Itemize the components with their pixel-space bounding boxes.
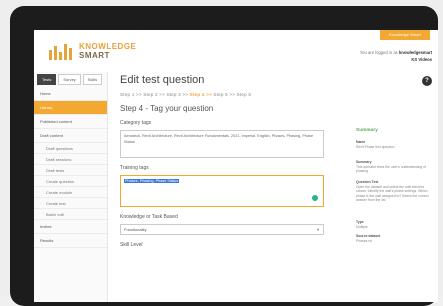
sidebar-item-draft-tests[interactable]: Draft tests <box>34 165 107 176</box>
summary-block-text: Phases.rvt <box>356 238 373 243</box>
summary-block-text: Open the dataset and select the wall ele… <box>356 184 429 203</box>
logged-in-text: You are logged in as <box>359 50 398 55</box>
page-background: KNOWLEDGE SMART Knowledge Smart You are … <box>0 0 443 306</box>
summary-title: Summary <box>356 128 378 133</box>
step-link-5[interactable]: Step 5 >> <box>213 92 235 97</box>
category-tags-field[interactable]: Aerodeck, Revit Architecture, Revit Arch… <box>120 130 324 158</box>
sidebar-item-create-test[interactable]: Create test <box>34 198 107 209</box>
knowledge-select[interactable]: Functionality ▼ <box>120 224 324 235</box>
sidebar-item-invites[interactable]: Invites <box>34 220 107 234</box>
training-tags-field[interactable]: Phases, Phasing, Phase Status <box>120 175 324 207</box>
login-status: You are logged in as knowledgesmart KS V… <box>360 49 432 63</box>
logo-line-2: SMART <box>79 51 110 60</box>
step-link-2[interactable]: Step 2 >> <box>143 92 165 97</box>
sidebar-item-create-module[interactable]: Create module <box>34 187 107 198</box>
top-bar: KNOWLEDGE SMART Knowledge Smart You are … <box>34 30 438 66</box>
step-breadcrumb: Step 1 >> Step 2 >> Step 3 >> Step 4 >> … <box>120 92 350 97</box>
knowledge-select-value: Functionality <box>124 227 147 232</box>
grammar-check-icon[interactable] <box>312 195 318 201</box>
app-screen: KNOWLEDGE SMART Knowledge Smart You are … <box>34 30 438 302</box>
summary-panel: ? Summary Name Revit Phase test question S… <box>352 72 434 302</box>
knowledgesmart-logo[interactable]: KNOWLEDGE SMART <box>49 42 141 62</box>
training-tags-label: Training tags <box>120 165 149 171</box>
summary-block-text: This question tests the user's understan… <box>356 164 427 174</box>
step-heading: Step 4 - Tag your question <box>120 104 214 113</box>
sidebar-item-library[interactable]: Library <box>34 101 107 115</box>
tab-skills[interactable]: Skills <box>82 74 103 85</box>
tab-tests[interactable]: Tests <box>37 74 57 85</box>
sidebar-menu: Home Library Published content Draft conten… <box>34 87 107 248</box>
sidebar-item-results[interactable]: Results <box>34 234 107 248</box>
sidebar-item-home[interactable]: Home <box>34 87 107 101</box>
step-link-3[interactable]: Step 3 >> <box>166 92 188 97</box>
step-link-1[interactable]: Step 1 >> <box>120 92 142 97</box>
category-tags-label: Category tags <box>120 120 152 126</box>
step-link-6[interactable]: Step 6 <box>237 92 251 97</box>
summary-block: Type Multiple <box>356 220 430 229</box>
sidebar-item-draft-content[interactable]: Draft content <box>34 129 107 143</box>
user-name[interactable]: knowledgesmart <box>399 50 432 55</box>
chevron-down-icon: ▼ <box>316 227 320 232</box>
sidebar-tabs: Tests Survey Skills <box>34 72 107 87</box>
summary-block: Question Text Open the dataset and select… <box>356 180 430 203</box>
summary-block: Summary This question tests the user's un… <box>356 160 430 174</box>
summary-block-text: Revit Phase test question <box>356 144 395 149</box>
page-title: Edit test question <box>120 74 205 86</box>
help-icon[interactable]: ? <box>422 76 432 86</box>
sidebar-item-draft-sessions[interactable]: Draft sessions <box>34 154 107 165</box>
sidebar-item-draft-questions[interactable]: Draft questions <box>34 143 107 154</box>
summary-block-text: Multiple <box>356 224 368 229</box>
sidebar-item-published-content[interactable]: Published content <box>34 115 107 129</box>
sub-user[interactable]: KS Videos <box>411 57 432 62</box>
tab-survey[interactable]: Survey <box>58 74 81 85</box>
summary-block: Name Revit Phase test question <box>356 140 430 149</box>
summary-block: Source dataset Phases.rvt <box>356 234 430 243</box>
top-button[interactable]: Knowledge Smart <box>380 30 430 40</box>
skill-level-label: Skill Level <box>120 242 143 248</box>
sidebar-item-batch-edit[interactable]: Batch edit <box>34 209 107 220</box>
main-content: Edit test question Step 1 >> Step 2 >> S… <box>120 72 350 302</box>
logo-text: KNOWLEDGE SMART <box>79 42 136 60</box>
sidebar: Tests Survey Skills Home Library Published c… <box>34 72 108 302</box>
logo-mark-icon <box>49 42 75 60</box>
step-link-4[interactable]: Step 4 >> <box>190 92 212 97</box>
sidebar-item-create-question[interactable]: Create question <box>34 176 107 187</box>
logo-line-1: KNOWLEDGE <box>79 42 137 51</box>
laptop-frame: KNOWLEDGE SMART Knowledge Smart You are … <box>10 6 438 306</box>
training-tags-selected-text[interactable]: Phases, Phasing, Phase Status <box>124 179 180 183</box>
knowledge-label: Knowledge or Task Based <box>120 214 178 220</box>
